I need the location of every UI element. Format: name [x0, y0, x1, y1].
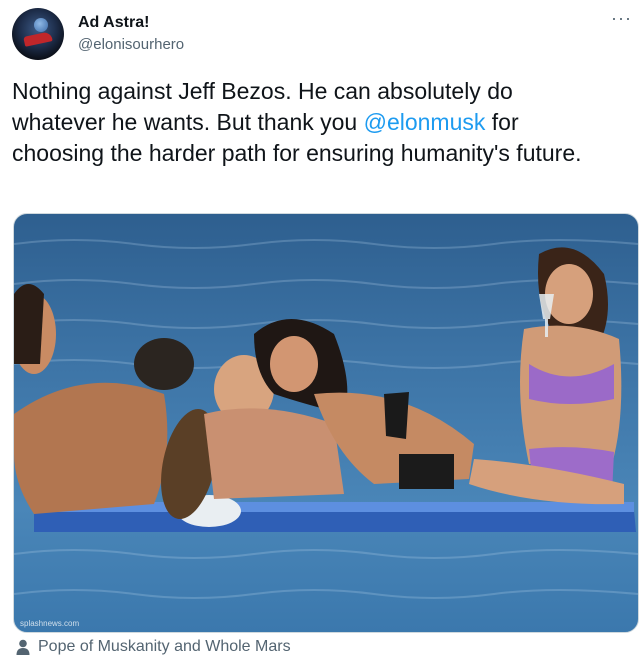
tweet-text: Nothing against Jeff Bezos. He can absol…: [12, 76, 612, 169]
author-handle[interactable]: @elonisourhero: [78, 36, 184, 53]
person-icon: [16, 639, 30, 655]
photo-watermark: splashnews.com: [20, 619, 80, 628]
earth-graphic: [34, 18, 48, 32]
tagged-people[interactable]: Pope of Muskanity and Whole Mars: [16, 636, 291, 658]
more-options-icon[interactable]: ···: [611, 8, 632, 29]
tweet-photo[interactable]: splashnews.com: [13, 213, 639, 633]
tagged-people-label[interactable]: Pope of Muskanity and Whole Mars: [38, 638, 291, 656]
roadster-graphic: [23, 31, 53, 47]
photo-illustration: [14, 239, 638, 599]
tweet-header: Ad Astra! @elonisourhero ···: [12, 8, 632, 62]
author-name[interactable]: Ad Astra!: [78, 14, 149, 32]
mention-link[interactable]: @elonmusk: [364, 109, 486, 135]
avatar[interactable]: [12, 8, 64, 60]
